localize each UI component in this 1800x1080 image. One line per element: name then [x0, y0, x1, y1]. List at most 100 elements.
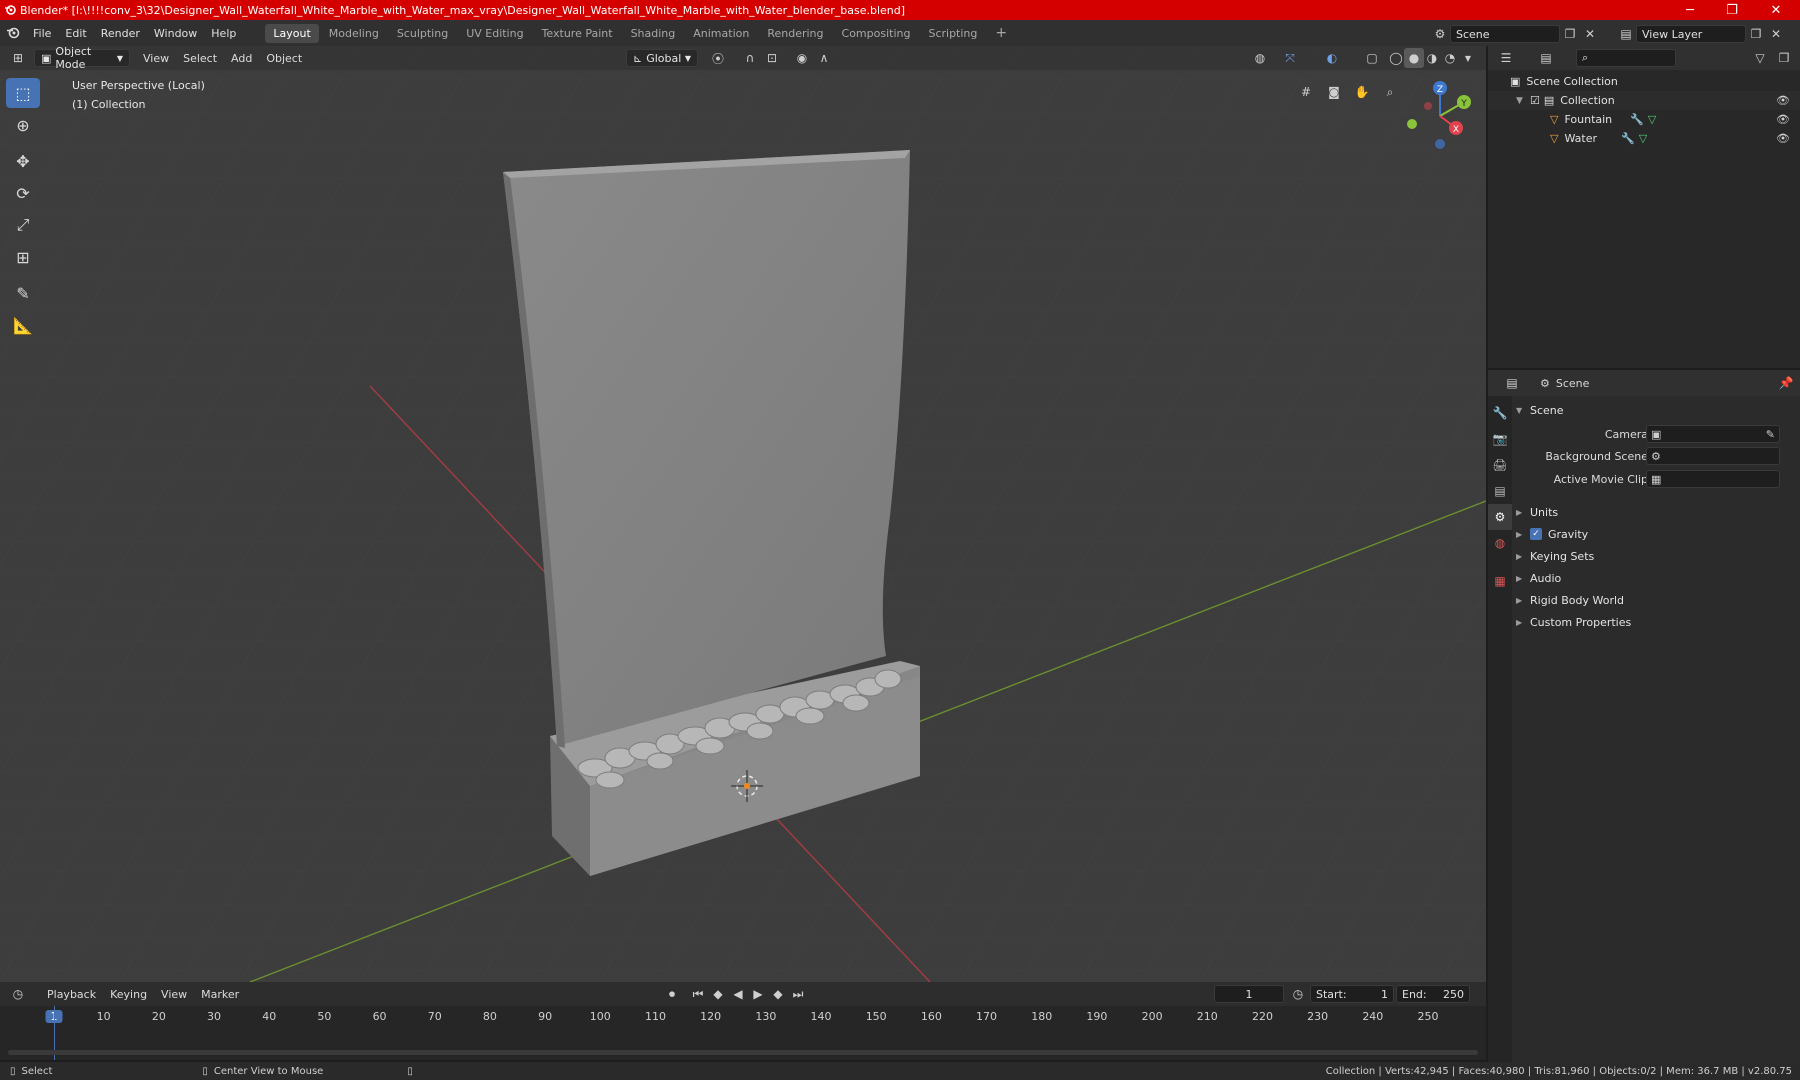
eyedropper-icon[interactable]: ✎ [1766, 428, 1775, 441]
visibility-icon[interactable]: ◍ [1250, 48, 1270, 68]
tab-modeling[interactable]: Modeling [321, 24, 387, 43]
falloff-icon[interactable]: ∧ [814, 48, 834, 68]
object-mode-dropdown[interactable]: ▣ Object Mode ▼ [34, 46, 130, 71]
prev-keyframe-icon[interactable]: ◆ [708, 984, 728, 1004]
proportional-edit-icon[interactable]: ◉ [792, 48, 812, 68]
mesh-data-icon[interactable]: ▽ [1648, 113, 1656, 126]
timeline-editor-icon[interactable]: ◷ [8, 984, 28, 1004]
blender-menu-icon[interactable] [0, 26, 26, 40]
pan-hand-icon[interactable]: ✋ [1348, 82, 1376, 102]
camera-icon[interactable]: ◙ [1320, 82, 1348, 102]
solid-shading-icon[interactable]: ● [1404, 48, 1424, 68]
keying-sets-panel-header[interactable]: ▶ Keying Sets [1516, 546, 1796, 566]
audio-panel-header[interactable]: ▶ Audio [1516, 568, 1796, 588]
snap-icon[interactable]: ∩ [740, 48, 760, 68]
scene-field[interactable]: Scene [1450, 25, 1560, 43]
timeline-menu-playback[interactable]: Playback [40, 986, 103, 1003]
background-scene-field[interactable]: ⚙ [1646, 447, 1780, 465]
view-layer-field[interactable]: View Layer [1636, 25, 1746, 43]
timeline-ruler[interactable]: 1102030405060708090100110120130140150160… [0, 1006, 1486, 1028]
timeline-menu-marker[interactable]: Marker [194, 986, 246, 1003]
timeline-editor[interactable]: ◷ Playback Keying View Marker ⏺ ⏮ ◆ ◀ ▶ … [0, 982, 1486, 1060]
menu-edit[interactable]: Edit [58, 27, 93, 40]
tab-shading[interactable]: Shading [623, 24, 684, 43]
tab-world[interactable]: ◍ [1488, 530, 1512, 556]
delete-scene-icon[interactable]: ✕ [1580, 24, 1600, 44]
play-icon[interactable]: ▶ [748, 984, 768, 1004]
toggle-camera-view-icon[interactable]: # [1292, 82, 1320, 102]
delete-view-layer-icon[interactable]: ✕ [1766, 24, 1786, 44]
annotate-tool[interactable]: ✎ [6, 278, 40, 308]
menu-window[interactable]: Window [147, 27, 204, 40]
start-frame-field[interactable]: Start: 1 [1310, 985, 1394, 1003]
pivot-point-icon[interactable]: ⦿ [708, 48, 728, 68]
measure-tool[interactable]: 📐 [6, 310, 40, 340]
new-collection-icon[interactable]: ❐ [1774, 48, 1794, 68]
new-view-layer-icon[interactable]: ❐ [1746, 24, 1766, 44]
viewport-menu-view[interactable]: View [136, 50, 176, 67]
tab-texture[interactable]: ▦ [1488, 568, 1512, 594]
overlay-toggle-icon[interactable]: ◐ [1322, 48, 1342, 68]
outliner-editor-icon[interactable]: ☰ [1496, 48, 1516, 68]
tab-scripting[interactable]: Scripting [920, 24, 985, 43]
active-movie-clip-field[interactable]: ▦ [1646, 470, 1780, 488]
minimize-button[interactable]: ─ [1670, 0, 1710, 20]
gizmo-toggle-icon[interactable]: ⤧ [1280, 48, 1300, 68]
snap-target-icon[interactable]: ⊡ [762, 48, 782, 68]
shading-options-icon[interactable]: ▼ [1458, 48, 1478, 68]
eye-icon[interactable]: 👁 [1776, 132, 1790, 145]
select-box-tool[interactable]: ⬚ [6, 78, 40, 108]
cursor-tool[interactable]: ⊕ [6, 110, 40, 140]
next-keyframe-icon[interactable]: ◆ [768, 984, 788, 1004]
modifier-icon[interactable]: 🔧 [1621, 132, 1635, 145]
tab-uv-editing[interactable]: UV Editing [458, 24, 531, 43]
tab-rendering[interactable]: Rendering [759, 24, 831, 43]
navigation-gizmo[interactable]: Z Y X [1400, 76, 1480, 156]
maximize-button[interactable]: ❐ [1712, 0, 1752, 20]
editor-type-icon[interactable]: ⊞ [8, 48, 28, 68]
viewport-menu-add[interactable]: Add [224, 50, 259, 67]
tab-render[interactable]: 📷 [1488, 426, 1512, 452]
tab-texture-paint[interactable]: Texture Paint [534, 24, 621, 43]
preview-range-icon[interactable]: ◷ [1288, 984, 1308, 1004]
rigid-body-world-panel-header[interactable]: ▶ Rigid Body World [1516, 590, 1796, 610]
include-checkbox-icon[interactable]: ☑ [1530, 94, 1540, 107]
close-window-button[interactable]: ✕ [1756, 0, 1796, 20]
rendered-shading-icon[interactable]: ◔ [1440, 48, 1460, 68]
transform-orientation-dropdown[interactable]: ⊾ Global ▼ [626, 49, 698, 67]
new-scene-icon[interactable]: ❐ [1560, 24, 1580, 44]
tab-animation[interactable]: Animation [685, 24, 757, 43]
gravity-checkbox[interactable]: ✓ [1530, 528, 1542, 540]
tab-scene[interactable]: ⚙ [1488, 504, 1512, 530]
outliner-row-scene-collection[interactable]: ▣ Scene Collection [1488, 72, 1800, 91]
timeline-menu-keying[interactable]: Keying [103, 986, 154, 1003]
3d-viewport[interactable]: ⊞ ▣ Object Mode ▼ View Select Add Object… [0, 46, 1486, 982]
current-frame-field[interactable]: 1 [1214, 985, 1284, 1003]
outliner-search-input[interactable]: ⌕ [1576, 49, 1676, 67]
record-icon[interactable]: ⏺ [662, 984, 682, 1004]
wireframe-shading-icon[interactable]: ◯ [1386, 48, 1406, 68]
outliner-row-collection[interactable]: ▼ ☑ ▤ Collection 👁 [1488, 91, 1800, 110]
expand-arrow-icon[interactable]: ▼ [1516, 96, 1530, 106]
jump-end-icon[interactable]: ⏭ [788, 984, 808, 1004]
tab-compositing[interactable]: Compositing [834, 24, 919, 43]
view-layer-icon[interactable]: ▤ [1616, 24, 1636, 44]
display-mode-icon[interactable]: ▤ [1536, 48, 1556, 68]
scene-panel-header[interactable]: ▼ Scene [1516, 400, 1796, 420]
end-frame-field[interactable]: End: 250 [1396, 985, 1470, 1003]
tab-view-layer[interactable]: ▤ [1488, 478, 1512, 504]
transform-tool[interactable]: ⊞ [6, 242, 40, 272]
tab-layout[interactable]: Layout [265, 23, 319, 43]
play-reverse-icon[interactable]: ◀ [728, 984, 748, 1004]
menu-help[interactable]: Help [204, 27, 243, 40]
filter-icon[interactable]: ▽ [1750, 48, 1770, 68]
camera-field[interactable]: ▣ ✎ [1646, 425, 1780, 443]
xray-icon[interactable]: ▢ [1362, 48, 1382, 68]
menu-render[interactable]: Render [94, 27, 147, 40]
rotate-tool[interactable]: ⟳ [6, 178, 40, 208]
properties-editor-icon[interactable]: ▤ [1502, 373, 1522, 393]
timeline-menu-view[interactable]: View [154, 986, 194, 1003]
viewport-menu-select[interactable]: Select [176, 50, 224, 67]
outliner-row-fountain[interactable]: ▽ Fountain 🔧 ▽ 👁 [1488, 110, 1800, 129]
modifier-icon[interactable]: 🔧 [1630, 113, 1644, 126]
